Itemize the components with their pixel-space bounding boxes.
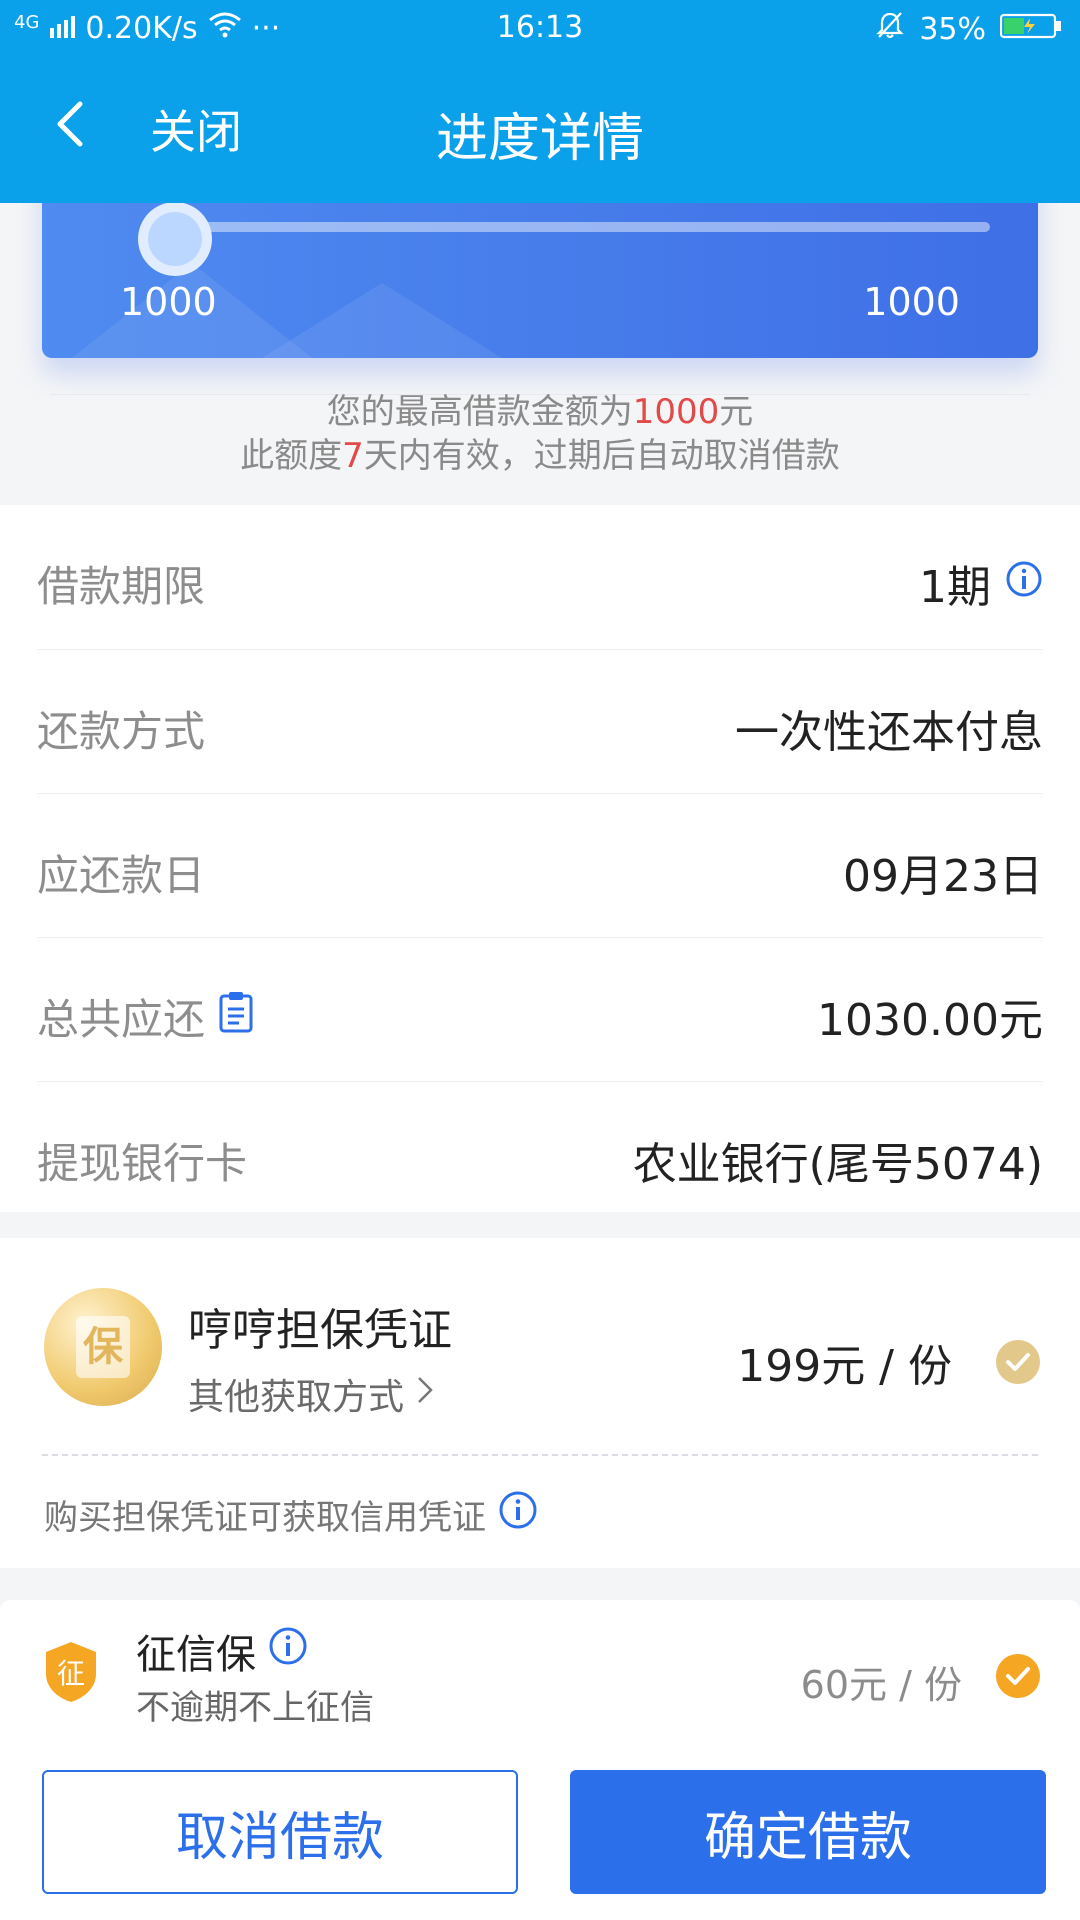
slider-min-label: 1000	[120, 280, 217, 324]
guarantee-voucher-card: 保 哼哼担保凭证 其他获取方式 199元 / 份 购买担保凭证可获取信用凭证	[0, 1238, 1080, 1568]
note-text: 此额度	[240, 436, 343, 476]
valid-days: 7	[342, 436, 364, 476]
chevron-right-icon	[414, 1374, 436, 1415]
credit-subtitle: 不逾期不上征信	[136, 1688, 374, 1728]
row-label-text: 应还款日	[37, 851, 206, 900]
dashed-divider	[42, 1454, 1038, 1456]
guarantee-price: 199元 / 份	[737, 1341, 952, 1392]
guarantee-note-text: 购买担保凭证可获取信用凭证	[44, 1498, 486, 1538]
row-value-text: 一次性还本付息	[735, 707, 1043, 758]
row-value: 1期	[919, 551, 1043, 615]
row-label: 提现银行卡	[37, 1130, 247, 1191]
note-text: 您的最高借款金额为	[326, 392, 633, 432]
info-icon[interactable]	[268, 1626, 308, 1676]
confirm-loan-button[interactable]: 确定借款	[570, 1770, 1046, 1894]
row-label-text: 还款方式	[37, 707, 206, 756]
info-icon[interactable]	[1005, 558, 1043, 609]
guarantee-badge-text: 保	[76, 1316, 130, 1378]
credit-title: 征信保	[136, 1632, 256, 1678]
limit-note: 您的最高借款金额为1000元 此额度7天内有效，过期后自动取消借款	[0, 390, 1080, 478]
screen: 4G 0.20K/s ··· 16:13 35% 关闭 进度详情 1000 10…	[0, 0, 1080, 1920]
top-bar: 4G 0.20K/s ··· 16:13 35% 关闭 进度详情	[0, 0, 1080, 203]
credit-guarantee-card: 征 征信保 不逾期不上征信 60元 / 份	[0, 1600, 1080, 1742]
row-label: 还款方式	[37, 698, 205, 759]
row-value-text: 09月23日	[843, 851, 1043, 902]
limit-amount: 1000	[632, 392, 720, 432]
page-title: 进度详情	[435, 109, 644, 169]
bottom-action-bar: 取消借款 确定借款	[0, 1742, 1080, 1920]
limit-note-line1: 您的最高借款金额为1000元	[0, 390, 1080, 434]
row-value: 1030.00元	[817, 984, 1043, 1048]
row-repay-method: 还款方式 一次性还本付息	[37, 649, 1043, 793]
other-methods-link[interactable]: 其他获取方式	[188, 1368, 436, 1420]
credit-price: 60元 / 份	[800, 1663, 962, 1707]
row-value: 农业银行(尾号5074)	[633, 1128, 1043, 1192]
battery-icon	[999, 12, 1062, 47]
slider-max-label: 1000	[863, 280, 960, 324]
row-label-text: 借款期限	[37, 562, 206, 611]
status-bar: 4G 0.20K/s ··· 16:13 35%	[0, 0, 1080, 58]
row-value: 一次性还本付息	[735, 696, 1043, 760]
row-value-text: 1030.00元	[817, 995, 1043, 1046]
guarantee-note: 购买担保凭证可获取信用凭证	[44, 1490, 538, 1539]
guarantee-badge-icon: 保	[44, 1288, 162, 1406]
row-label-text: 总共应还	[37, 995, 206, 1044]
row-loan-term: 借款期限 1期	[37, 505, 1043, 649]
note-text: 天内有效，过期后自动取消借款	[363, 436, 840, 476]
credit-title-row: 征信保	[136, 1622, 308, 1680]
credit-shield-icon: 征	[44, 1640, 98, 1704]
row-value-text: 农业银行(尾号5074)	[632, 1139, 1043, 1190]
row-total-repay: 总共应还 1030.00元	[37, 937, 1043, 1081]
row-label-text: 提现银行卡	[37, 1139, 248, 1188]
credit-badge-text: 征	[57, 1657, 85, 1690]
navigation-bar: 关闭 进度详情	[0, 58, 1080, 203]
battery-percent: 35%	[919, 11, 986, 47]
guarantee-check-icon[interactable]	[996, 1340, 1040, 1384]
limit-note-line2: 此额度7天内有效，过期后自动取消借款	[0, 434, 1080, 478]
other-methods-text: 其他获取方式	[188, 1377, 405, 1418]
slider-track[interactable]	[164, 222, 990, 232]
status-right: 35%	[875, 10, 1062, 48]
row-label: 应还款日	[37, 842, 205, 903]
note-text: 元	[719, 392, 754, 432]
info-icon[interactable]	[498, 1490, 538, 1539]
guarantee-title: 哼哼担保凭证	[188, 1305, 452, 1356]
loan-detail-list: 借款期限 1期 还款方式 一次性还本付息 应还款日 09月23日 总共应还 10…	[0, 505, 1080, 1212]
clipboard-icon[interactable]	[217, 991, 255, 1043]
credit-check-icon[interactable]	[996, 1654, 1040, 1698]
decorative-mountain	[262, 283, 502, 358]
row-due-date: 应还款日 09月23日	[37, 793, 1043, 937]
row-label: 借款期限	[37, 553, 205, 614]
row-bank-card[interactable]: 提现银行卡 农业银行(尾号5074)	[37, 1081, 1043, 1225]
cancel-loan-button[interactable]: 取消借款	[42, 1770, 518, 1894]
row-value: 09月23日	[843, 840, 1043, 904]
row-label: 总共应还	[37, 986, 255, 1047]
row-value-text: 1期	[919, 562, 991, 613]
slider-handle[interactable]	[138, 202, 212, 276]
mute-bell-icon	[875, 10, 905, 48]
